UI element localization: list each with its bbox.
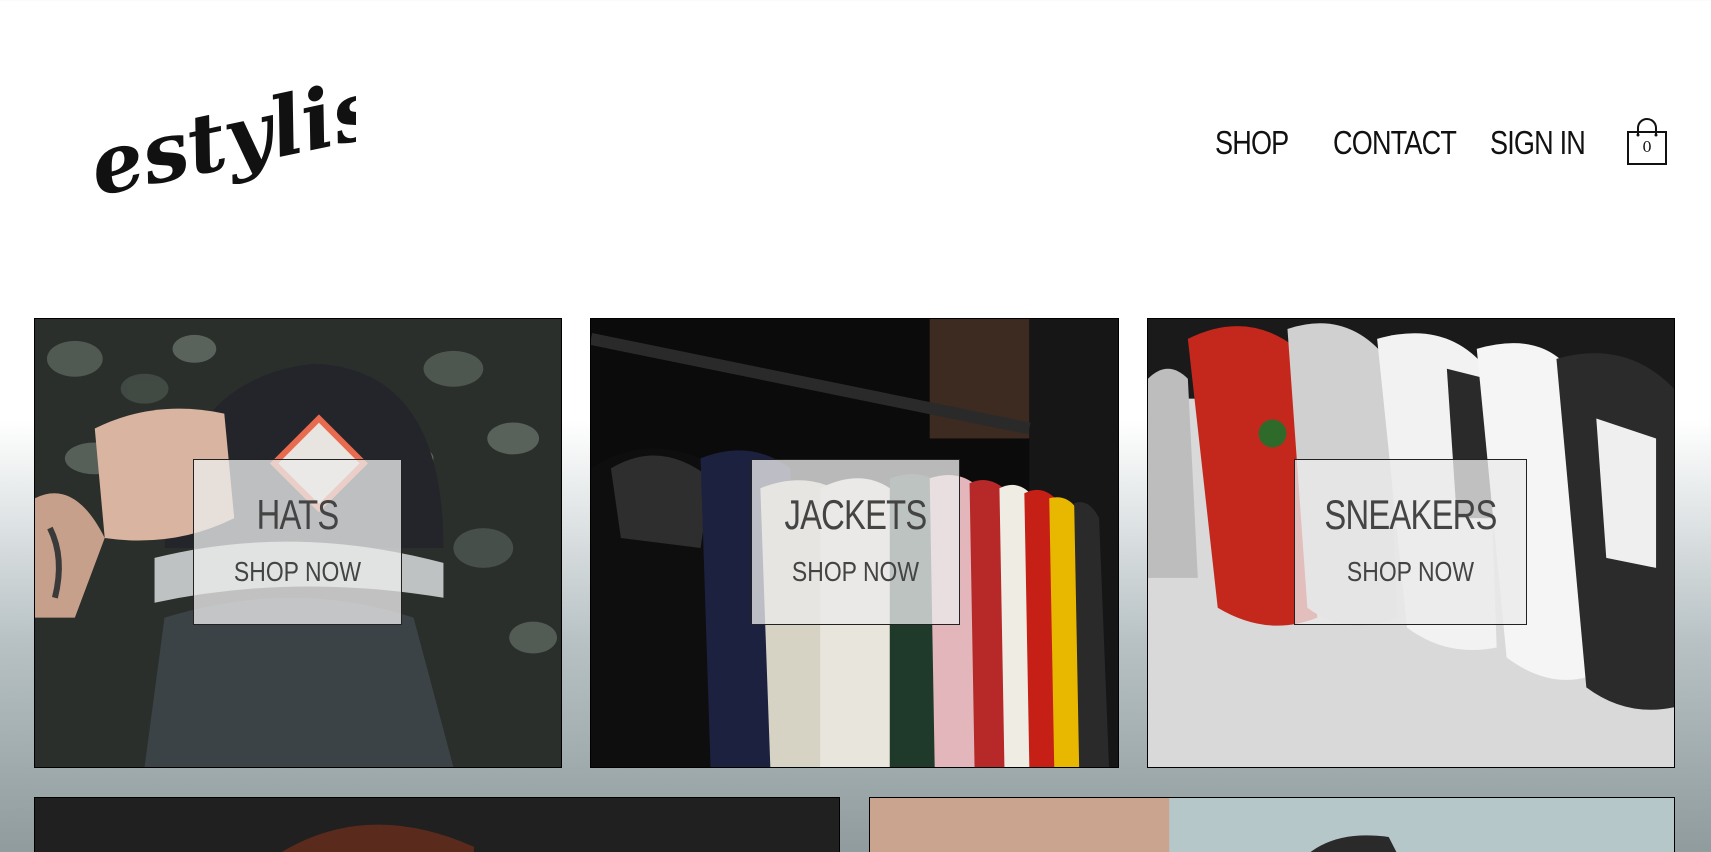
category-tile-bottom-right[interactable]	[869, 797, 1675, 852]
category-overlay-sneakers[interactable]: SNEAKERS SHOP NOW	[1294, 459, 1527, 625]
nav-contact-link[interactable]: CONTACT	[1333, 124, 1457, 162]
category-tile-hats[interactable]: HATS SHOP NOW	[34, 318, 562, 768]
cart-button[interactable]: 0	[1626, 118, 1668, 166]
logo-link[interactable]: estylish	[86, 58, 356, 208]
category-title-sneakers: SNEAKERS	[1324, 491, 1497, 538]
category-tile-sneakers[interactable]: SNEAKERS SHOP NOW	[1147, 318, 1675, 768]
cart-count: 0	[1642, 138, 1652, 156]
category-overlay-jackets[interactable]: JACKETS SHOP NOW	[751, 459, 960, 625]
nav-sign-in-link[interactable]: SIGN IN	[1490, 124, 1586, 162]
shop-now-link-hats[interactable]: SHOP NOW	[213, 558, 383, 586]
category-tile-jackets[interactable]: JACKETS SHOP NOW	[590, 318, 1119, 768]
bottom-left-photo	[35, 798, 839, 852]
site-header: estylish SHOP CONTACT SIGN IN 0	[0, 0, 1711, 300]
brand-logo-text: estylish	[86, 58, 356, 208]
bottom-right-photo	[870, 798, 1674, 852]
shop-now-link-jackets[interactable]: SHOP NOW	[771, 558, 941, 586]
category-title-hats: HATS	[256, 491, 340, 538]
nav-shop-link[interactable]: SHOP	[1215, 124, 1289, 162]
brand-logo: estylish	[86, 58, 356, 208]
category-title-jackets: JACKETS	[784, 491, 927, 538]
category-tile-bottom-left[interactable]	[34, 797, 840, 852]
shop-now-link-sneakers[interactable]: SHOP NOW	[1316, 558, 1505, 586]
category-overlay-hats[interactable]: HATS SHOP NOW	[193, 459, 402, 625]
